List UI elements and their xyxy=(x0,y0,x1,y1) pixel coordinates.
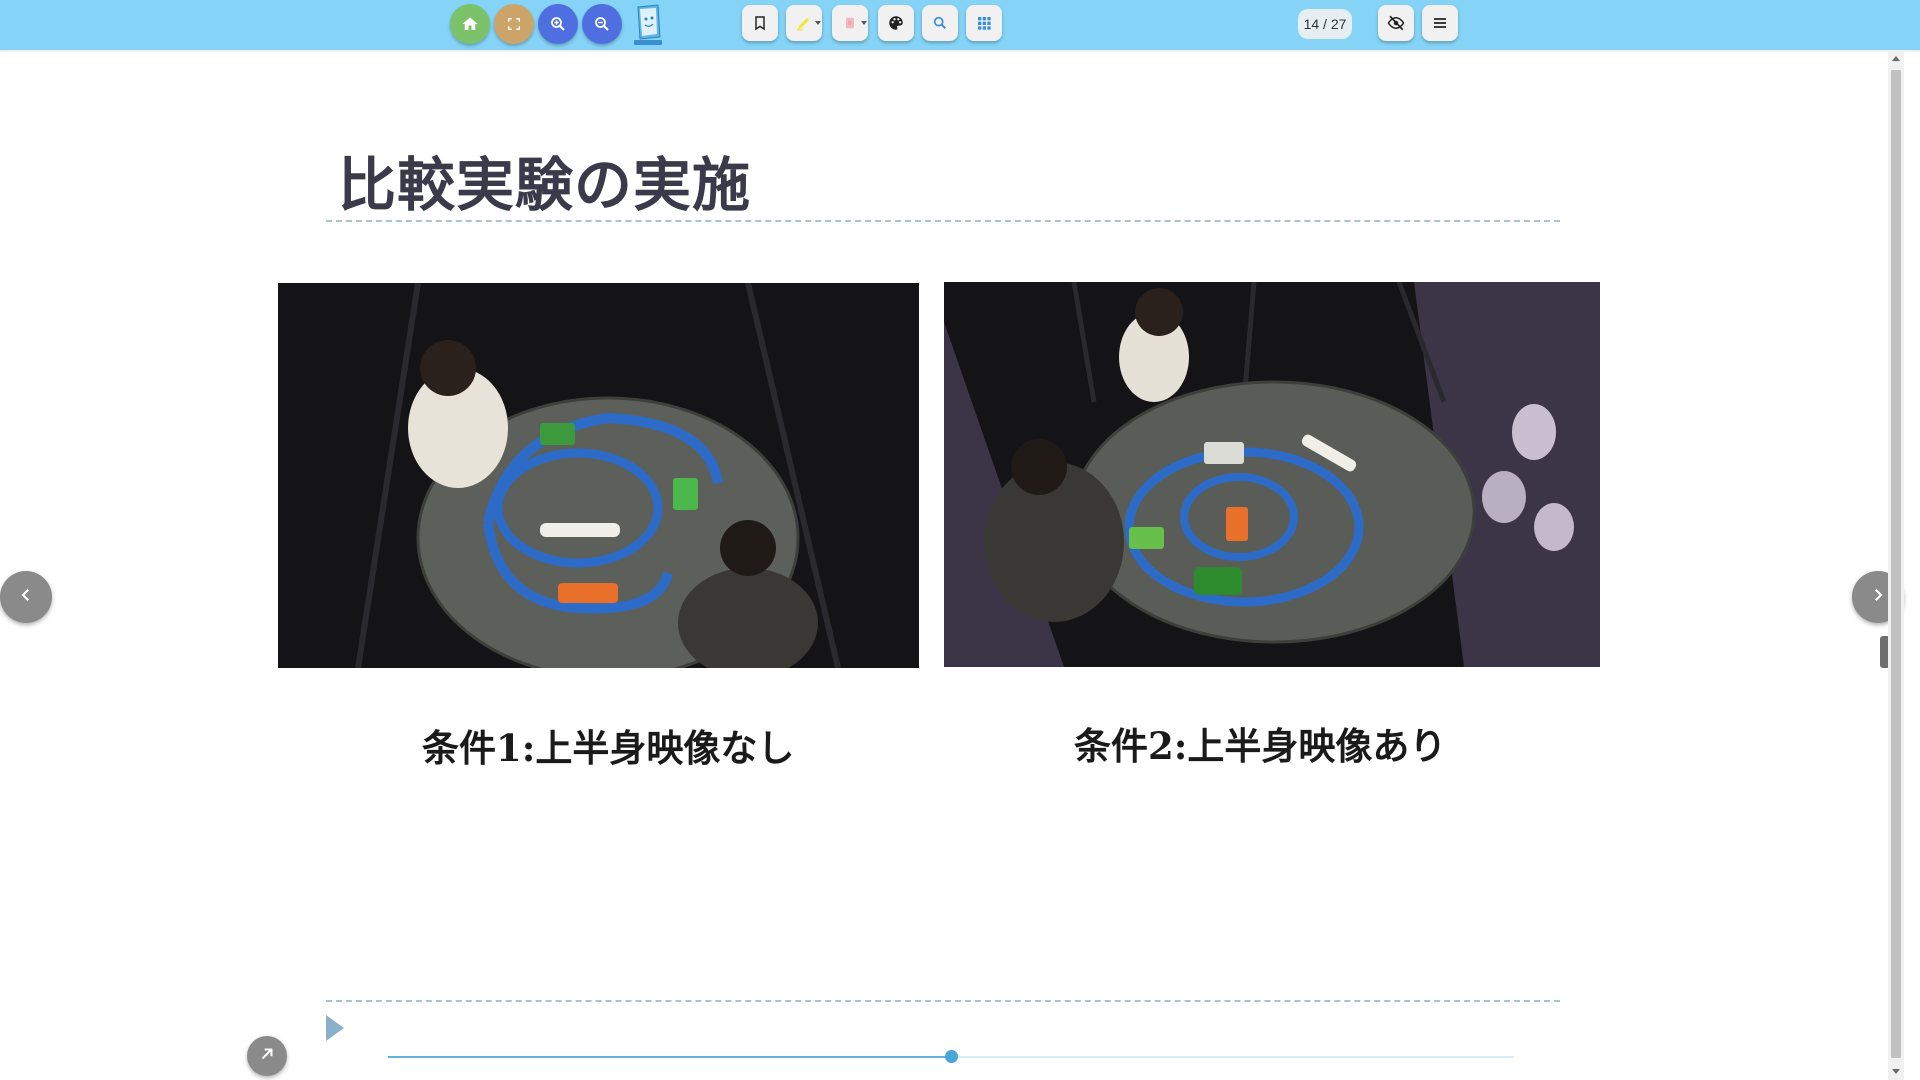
menu-button[interactable] xyxy=(1422,5,1458,41)
svg-text:B: B xyxy=(848,21,852,27)
open-external-button[interactable] xyxy=(247,1036,287,1076)
bookmark-icon xyxy=(752,15,768,31)
scroll-up-icon[interactable] xyxy=(1892,56,1900,61)
experiment-photo-condition-2 xyxy=(944,282,1600,667)
zoom-out-button[interactable] xyxy=(582,4,622,44)
highlighter-icon xyxy=(795,14,813,32)
zoom-in-icon xyxy=(549,15,567,33)
slide-title: 比較実験の実施 xyxy=(338,151,752,219)
grid-icon xyxy=(976,15,992,31)
chevron-left-icon xyxy=(17,586,35,608)
experiment-photo-condition-1 xyxy=(278,283,919,668)
eraser-button[interactable]: B xyxy=(832,5,868,41)
palette-button[interactable] xyxy=(878,5,914,41)
hide-button[interactable] xyxy=(1378,5,1414,41)
progress-handle[interactable] xyxy=(945,1050,958,1063)
eraser-icon: B xyxy=(842,15,858,31)
vertical-scrollbar[interactable] xyxy=(1888,50,1904,1080)
arrow-up-right-icon xyxy=(258,1045,276,1067)
page-counter: 14 / 27 xyxy=(1298,9,1352,39)
home-button[interactable] xyxy=(450,4,490,44)
eye-off-icon xyxy=(1387,14,1405,32)
menu-icon xyxy=(1432,15,1448,31)
search-button[interactable] xyxy=(922,5,958,41)
zoom-in-button[interactable] xyxy=(538,4,578,44)
chevron-down-icon xyxy=(815,21,821,25)
slide-progress-bar[interactable] xyxy=(388,1050,1514,1063)
caption-condition-1: 条件1:上半身映像なし xyxy=(422,726,795,770)
thumbnails-button[interactable] xyxy=(966,5,1002,41)
top-toolbar: B 14 / 27 xyxy=(0,0,1920,50)
progress-fill xyxy=(388,1056,951,1058)
highlighter-button[interactable] xyxy=(786,5,822,41)
bookmark-button[interactable] xyxy=(742,5,778,41)
scroll-down-icon[interactable] xyxy=(1892,1069,1900,1074)
bottom-divider xyxy=(326,1000,1560,1002)
palette-icon xyxy=(887,14,905,32)
fullscreen-icon xyxy=(505,15,523,33)
chevron-right-icon xyxy=(1869,586,1887,608)
home-icon xyxy=(461,15,479,33)
app-logo xyxy=(630,3,666,47)
caption-condition-2: 条件2:上半身映像あり xyxy=(1074,724,1447,768)
fullscreen-button[interactable] xyxy=(494,4,534,44)
zoom-out-icon xyxy=(593,15,611,33)
chevron-down-icon xyxy=(861,21,867,25)
search-icon xyxy=(932,15,948,31)
previous-slide-button[interactable] xyxy=(0,571,52,623)
title-divider xyxy=(326,220,1560,222)
scrollbar-thumb[interactable] xyxy=(1891,70,1901,1058)
play-icon[interactable] xyxy=(326,1015,344,1041)
